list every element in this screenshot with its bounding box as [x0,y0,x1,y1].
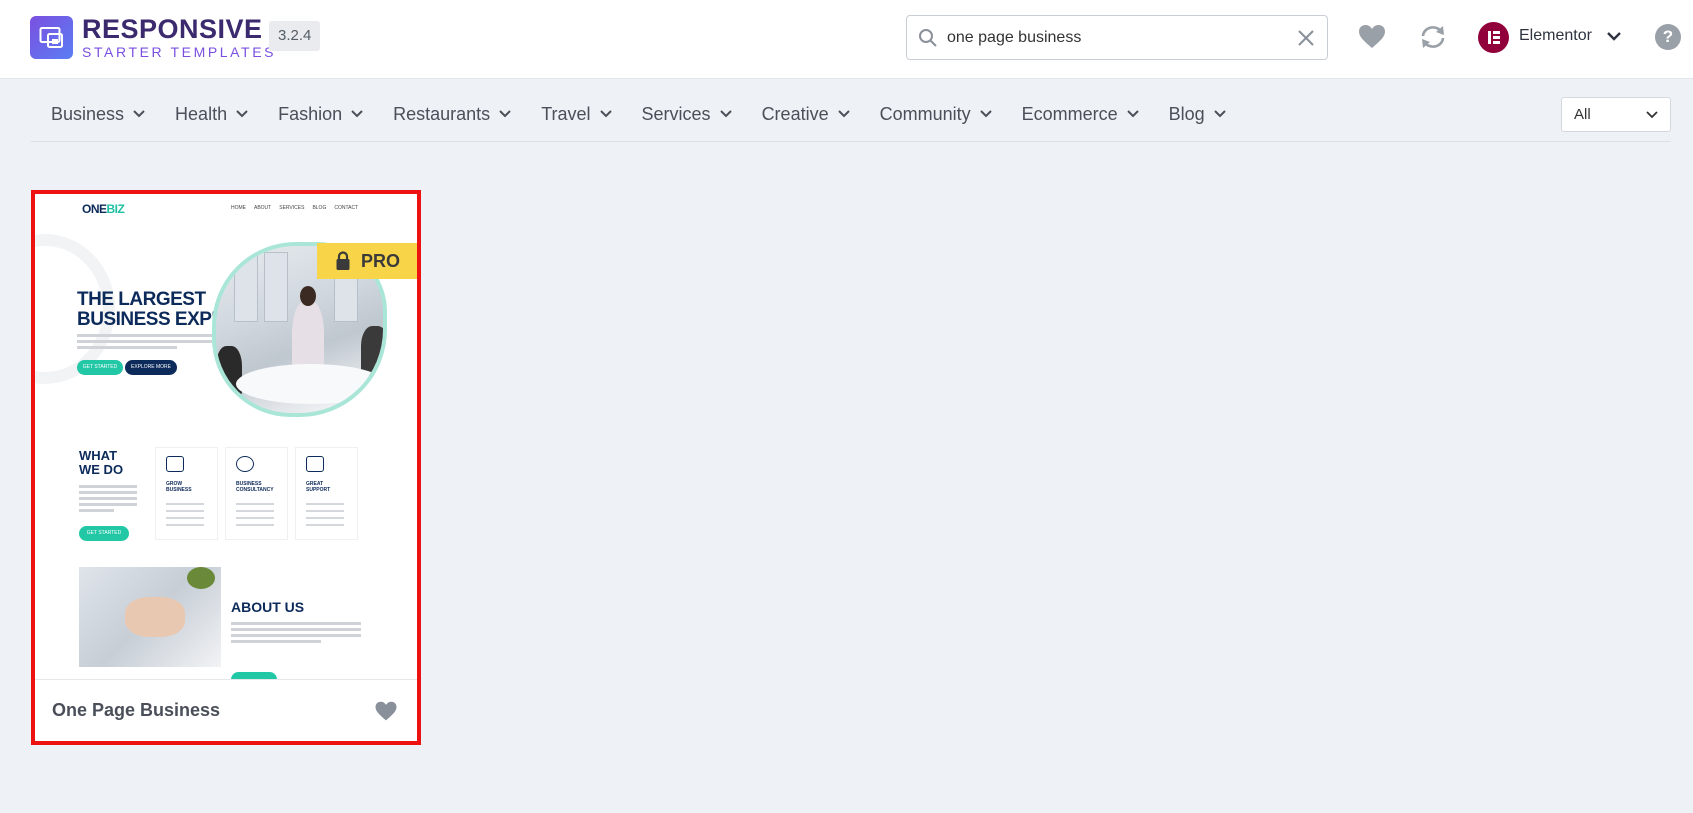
card-footer: One Page Business [35,679,417,741]
close-icon[interactable] [1297,29,1315,52]
category-services[interactable]: Services [642,100,732,128]
responsive-logo-icon[interactable] [30,16,73,59]
category-fashion[interactable]: Fashion [278,100,363,128]
chevron-down-icon [979,110,992,118]
category-label: Services [641,103,711,124]
help-icon[interactable]: ? [1655,24,1681,50]
category-label: Restaurants [393,103,491,124]
template-title[interactable]: One Page Business [52,700,220,721]
preview-about-title: ABOUT US [231,599,305,615]
category-label: Health [175,103,228,124]
chevron-down-icon [133,110,145,118]
category-label: Community [879,103,971,124]
category-restaurants[interactable]: Restaurants [393,100,511,128]
chevron-down-icon [719,110,732,118]
version-badge: 3.2.4 [269,21,321,51]
category-travel[interactable]: Travel [541,100,612,128]
type-filter-select[interactable]: All [1561,97,1671,132]
favorite-heart-icon[interactable] [374,701,398,727]
category-label: Fashion [278,103,343,124]
brand-title: RESPONSIVE [82,14,263,44]
preview-service-box: GREAT SUPPORT [295,447,358,540]
chevron-down-icon [499,110,511,118]
elementor-icon[interactable] [1478,22,1509,53]
preview-logo: ONEBIZ [82,202,125,216]
chevron-down-icon [599,110,612,118]
preview-service-box: GROW BUSINESS [155,447,218,540]
chevron-down-icon [837,110,850,118]
category-creative[interactable]: Creative [762,100,850,128]
preview-text-lines [79,485,137,515]
category-label: Ecommerce [1021,103,1118,124]
category-business[interactable]: Business [51,100,145,128]
divider [31,141,1671,142]
chevron-down-icon [1646,111,1658,119]
pro-badge: PRO [317,243,417,279]
category-label: Creative [761,103,829,124]
chevron-down-icon[interactable] [1606,29,1622,47]
preview-get-started: GET STARTED [77,360,123,375]
category-community[interactable]: Community [880,100,992,128]
preview-nav: HOME ABOUT SERVICES BLOG CONTACT [231,205,359,211]
search-box [906,15,1328,60]
lock-icon [336,251,350,270]
category-label: Travel [541,103,591,124]
category-ecommerce[interactable]: Ecommerce [1022,100,1139,128]
favorites-heart-icon[interactable] [1358,24,1386,55]
category-label: Blog [1168,103,1205,124]
preview-about-photo [79,567,221,667]
preview-text-lines [77,334,212,352]
chevron-down-icon [1126,110,1139,118]
preview-service-box: BUSINESS CONSULTANCY [225,447,288,540]
chevron-down-icon [236,110,248,118]
template-preview-image[interactable]: ONEBIZ HOME ABOUT SERVICES BLOG CONTACT THE … [35,194,417,679]
chevron-down-icon [1213,110,1226,118]
preview-what-button: GET STARTED [79,526,129,541]
sync-icon[interactable] [1419,24,1447,55]
preview-about-button [231,672,277,679]
chevron-down-icon [351,110,363,118]
search-icon [918,28,938,53]
preview-what-we-do: WHAT WE DO [79,448,124,477]
category-label: Business [51,103,125,124]
category-health[interactable]: Health [175,100,248,128]
preview-explore-more: EXPLORE MORE [125,360,177,375]
category-nav: Business Health Fashion Restaurants Trav… [51,100,1256,128]
brand-subtitle: STARTER TEMPLATES [82,44,277,60]
category-blog[interactable]: Blog [1169,100,1226,128]
page-builder-label[interactable]: Elementor [1519,27,1592,45]
search-input[interactable] [947,24,1277,52]
filter-value: All [1574,106,1591,123]
template-card[interactable]: ONEBIZ HOME ABOUT SERVICES BLOG CONTACT THE … [31,190,421,745]
preview-text-lines [231,622,361,646]
top-header: RESPONSIVE STARTER TEMPLATES 3.2.4 Eleme… [0,0,1693,79]
brand: RESPONSIVE STARTER TEMPLATES [82,15,276,60]
